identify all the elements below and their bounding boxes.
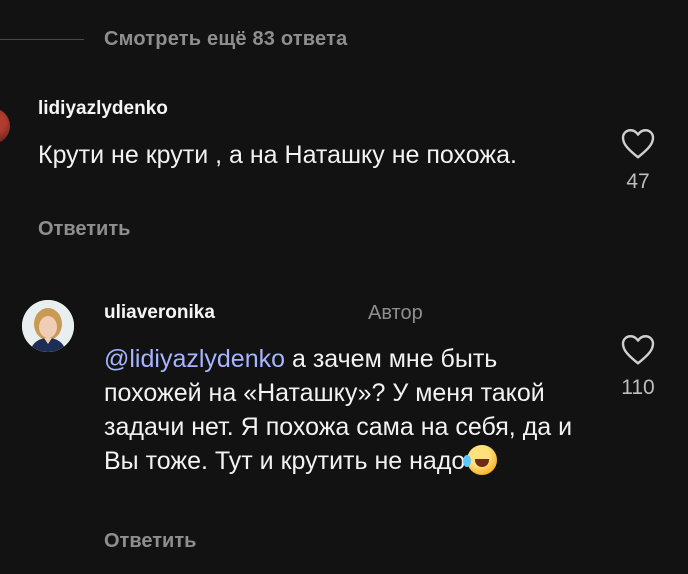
comment-username[interactable]: uliaveronika: [104, 302, 215, 324]
heart-outline-icon[interactable]: [620, 126, 656, 160]
like-count: 47: [626, 170, 650, 193]
avatar-photo: [22, 300, 74, 352]
comment-item: lidiyazlydenko Крути не крути , а на Нат…: [0, 90, 688, 250]
like-button[interactable]: 47: [616, 126, 660, 194]
comment-text: @lidiyazlydenko а зачем мне быть похожей…: [104, 342, 584, 478]
view-more-replies-label[interactable]: Смотреть ещё 83 ответа: [104, 28, 347, 51]
comment-text: Крути не крути , а на Наташку не похожа.: [38, 141, 517, 169]
comment-username[interactable]: lidiyazlydenko: [38, 98, 168, 120]
heart-outline-icon[interactable]: [620, 332, 656, 366]
comment-item: uliaveronika Автор @lidiyazlydenko а зач…: [0, 292, 688, 562]
like-count: 110: [621, 376, 655, 399]
view-more-replies[interactable]: Смотреть ещё 83 ответа: [0, 22, 347, 56]
mention-link[interactable]: @lidiyazlydenko: [104, 345, 285, 373]
avatar[interactable]: [22, 300, 74, 352]
author-badge: Автор: [368, 302, 423, 324]
avatar[interactable]: [0, 108, 10, 144]
reply-button[interactable]: Ответить: [38, 218, 130, 241]
divider-line: [0, 38, 84, 40]
like-button[interactable]: 110: [616, 332, 660, 400]
rolling-on-floor-laughing-emoji-icon: [463, 445, 498, 475]
reply-button[interactable]: Ответить: [104, 530, 196, 553]
